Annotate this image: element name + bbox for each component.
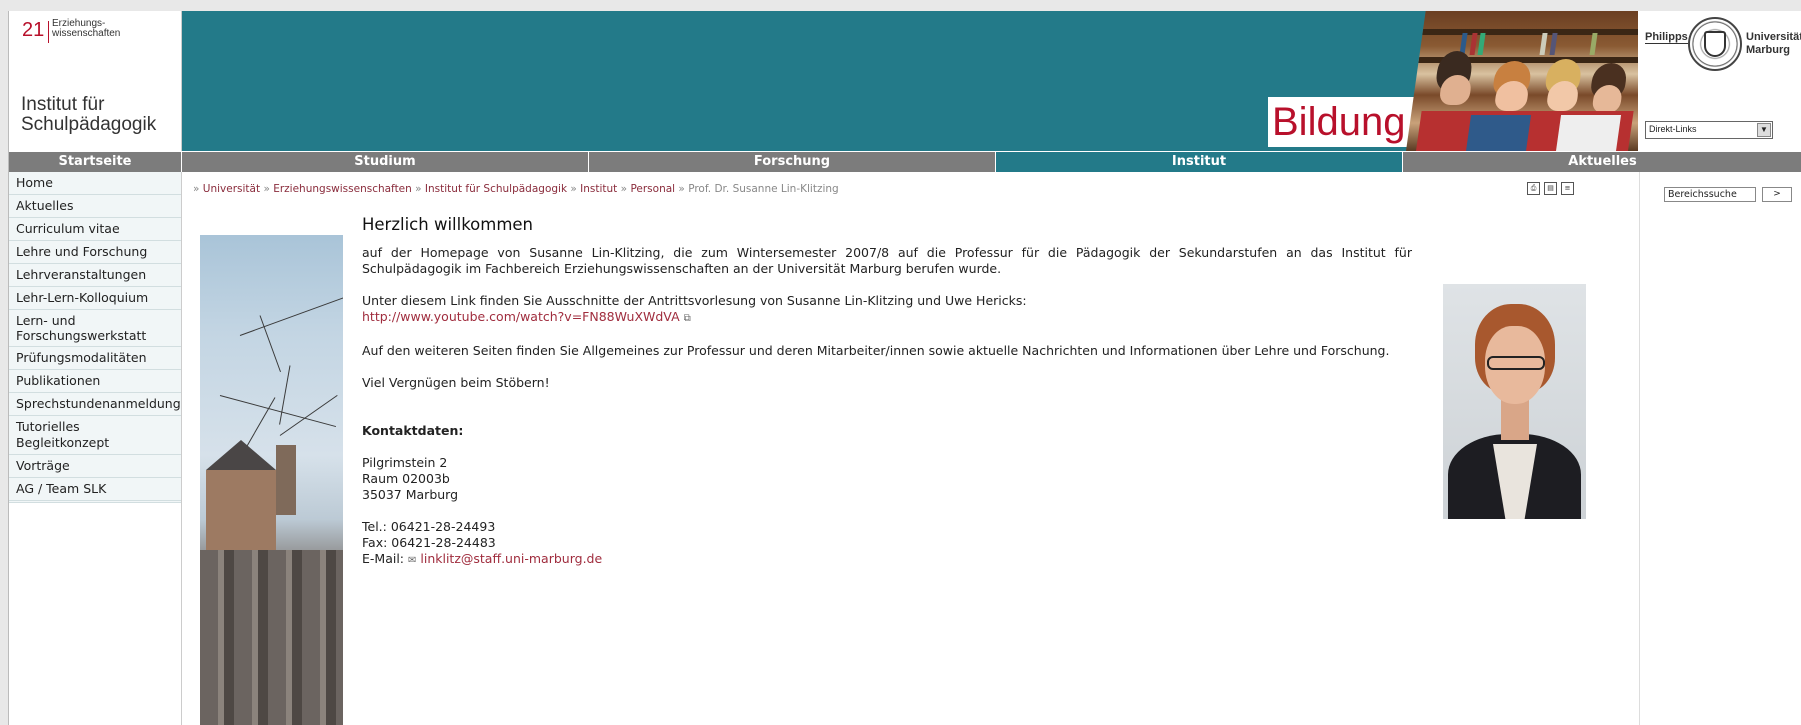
menu-item-home[interactable]: Home: [9, 172, 181, 195]
text-icon[interactable]: ≡: [1561, 182, 1574, 195]
page: 21 Erziehungs- wissenschaften Institut f…: [8, 11, 1801, 725]
nav-institut[interactable]: Institut: [996, 152, 1403, 172]
nav-startseite[interactable]: Startseite: [9, 152, 182, 172]
breadcrumb-personal[interactable]: Personal: [630, 183, 675, 195]
university-name: Universität Marburg: [1746, 31, 1801, 56]
info-text: Auf den weiteren Seiten finden Sie Allge…: [362, 343, 1390, 358]
print-icon[interactable]: ⎙: [1527, 182, 1540, 195]
menu-item-lehre-und-forschung[interactable]: Lehre und Forschung: [9, 241, 181, 264]
search-input[interactable]: [1664, 187, 1756, 202]
university-seal-icon: [1688, 17, 1742, 71]
email-label: E-Mail:: [362, 551, 405, 566]
page-tools: ⎙ ▤ ≡: [1527, 182, 1574, 195]
main-text: Herzlich willkommen auf der Homepage von…: [362, 215, 1412, 585]
phone-block: Tel.: 06421-28-24493 Fax: 06421-28-24483…: [362, 519, 1412, 569]
breadcrumb-institut[interactable]: Institut: [580, 183, 617, 195]
intro-text: auf der Homepage von Susanne Lin-Klitzin…: [362, 245, 1412, 276]
external-link-icon: ⧉: [683, 313, 691, 324]
mail-icon: ✉: [408, 555, 417, 566]
direkt-links-select[interactable]: Direkt-Links ▼: [1645, 121, 1773, 139]
direkt-links-value: Direkt-Links: [1649, 124, 1697, 134]
breadcrumb-current: Prof. Dr. Susanne Lin-Klitzing: [688, 183, 839, 195]
faculty-name: Erziehungs- wissenschaften: [52, 18, 121, 39]
institute-logo[interactable]: 21 Erziehungs- wissenschaften Institut f…: [9, 11, 182, 151]
tel-number: Tel.: 06421-28-24493: [362, 519, 496, 534]
address-line: Raum 02003b: [362, 471, 450, 486]
contact-heading: Kontaktdaten:: [362, 423, 464, 438]
address-block: Pilgrimstein 2 Raum 02003b 35037 Marburg: [362, 455, 1412, 503]
address-line: Pilgrimstein 2: [362, 455, 448, 470]
nav-studium[interactable]: Studium: [182, 152, 589, 172]
menu-item-curriculum-vitae[interactable]: Curriculum vitae: [9, 218, 181, 241]
video-text: Unter diesem Link finden Sie Ausschnitte…: [362, 293, 1027, 308]
pdf-icon[interactable]: ▤: [1544, 182, 1557, 195]
email-link[interactable]: linklitz@staff.uni-marburg.de: [420, 551, 602, 566]
address-line: 35037 Marburg: [362, 487, 459, 502]
faculty-divider: [48, 21, 49, 43]
nav-forschung[interactable]: Forschung: [589, 152, 996, 172]
main-nav: Startseite Studium Forschung Institut Ak…: [9, 152, 1801, 172]
menu-item-lern-forschungswerkstatt[interactable]: Lern- und Forschungswerkstatt: [9, 310, 181, 347]
banner-slogan: Bildung.: [1268, 97, 1423, 147]
menu-item-tutorielles-begleitkonzept[interactable]: Tutorielles Begleitkonzept: [9, 416, 181, 455]
breadcrumb-erziehungswissenschaften[interactable]: Erziehungswissenschaften: [273, 183, 412, 195]
university-logo[interactable]: Philipps Universität Marburg Direkt-Link…: [1638, 11, 1801, 151]
nav-aktuelles[interactable]: Aktuelles: [1403, 152, 1801, 172]
page-title: Herzlich willkommen: [362, 215, 534, 234]
banner-photo-students: [1406, 11, 1638, 151]
left-menu: Home Aktuelles Curriculum vitae Lehre un…: [9, 172, 182, 725]
header-banner: Bildung.: [182, 11, 1638, 151]
menu-item-sprechstundenanmeldung[interactable]: Sprechstundenanmeldung: [9, 393, 181, 416]
video-link[interactable]: http://www.youtube.com/watch?v=FN88WuXWd…: [362, 309, 680, 324]
menu-item-aktuelles[interactable]: Aktuelles: [9, 195, 181, 218]
menu-item-ag-team-slk[interactable]: AG / Team SLK: [9, 478, 181, 503]
menu-item-publikationen[interactable]: Publikationen: [9, 370, 181, 393]
header: 21 Erziehungs- wissenschaften Institut f…: [9, 11, 1801, 151]
breadcrumb: » Universität » Erziehungswissenschaften…: [193, 183, 839, 195]
faculty-number: 21: [22, 19, 45, 41]
menu-item-lehrveranstaltungen[interactable]: Lehrveranstaltungen: [9, 264, 181, 287]
chevron-down-icon[interactable]: ▼: [1757, 123, 1771, 137]
video-paragraph: Unter diesem Link finden Sie Ausschnitte…: [362, 293, 1412, 327]
university-philipps: Philipps: [1645, 31, 1688, 44]
content-area: » Universität » Erziehungswissenschaften…: [183, 172, 1639, 725]
institute-name: Institut für Schulpädagogik: [21, 94, 157, 135]
marburg-castle-photo: [200, 235, 343, 725]
closing-text: Viel Vergnügen beim Stöbern!: [362, 375, 550, 390]
breadcrumb-institut-schulpaedagogik[interactable]: Institut für Schulpädagogik: [425, 183, 567, 195]
fax-number: Fax: 06421-28-24483: [362, 535, 496, 550]
search-button[interactable]: >: [1762, 187, 1792, 202]
right-column: >: [1639, 172, 1801, 725]
menu-item-lehr-lern-kolloquium[interactable]: Lehr-Lern-Kolloquium: [9, 287, 181, 310]
menu-item-vortraege[interactable]: Vorträge: [9, 455, 181, 478]
breadcrumb-universitaet[interactable]: Universität: [203, 183, 260, 195]
menu-item-pruefungsmodalitaeten[interactable]: Prüfungsmodalitäten: [9, 347, 181, 370]
portrait-photo: [1443, 284, 1586, 519]
